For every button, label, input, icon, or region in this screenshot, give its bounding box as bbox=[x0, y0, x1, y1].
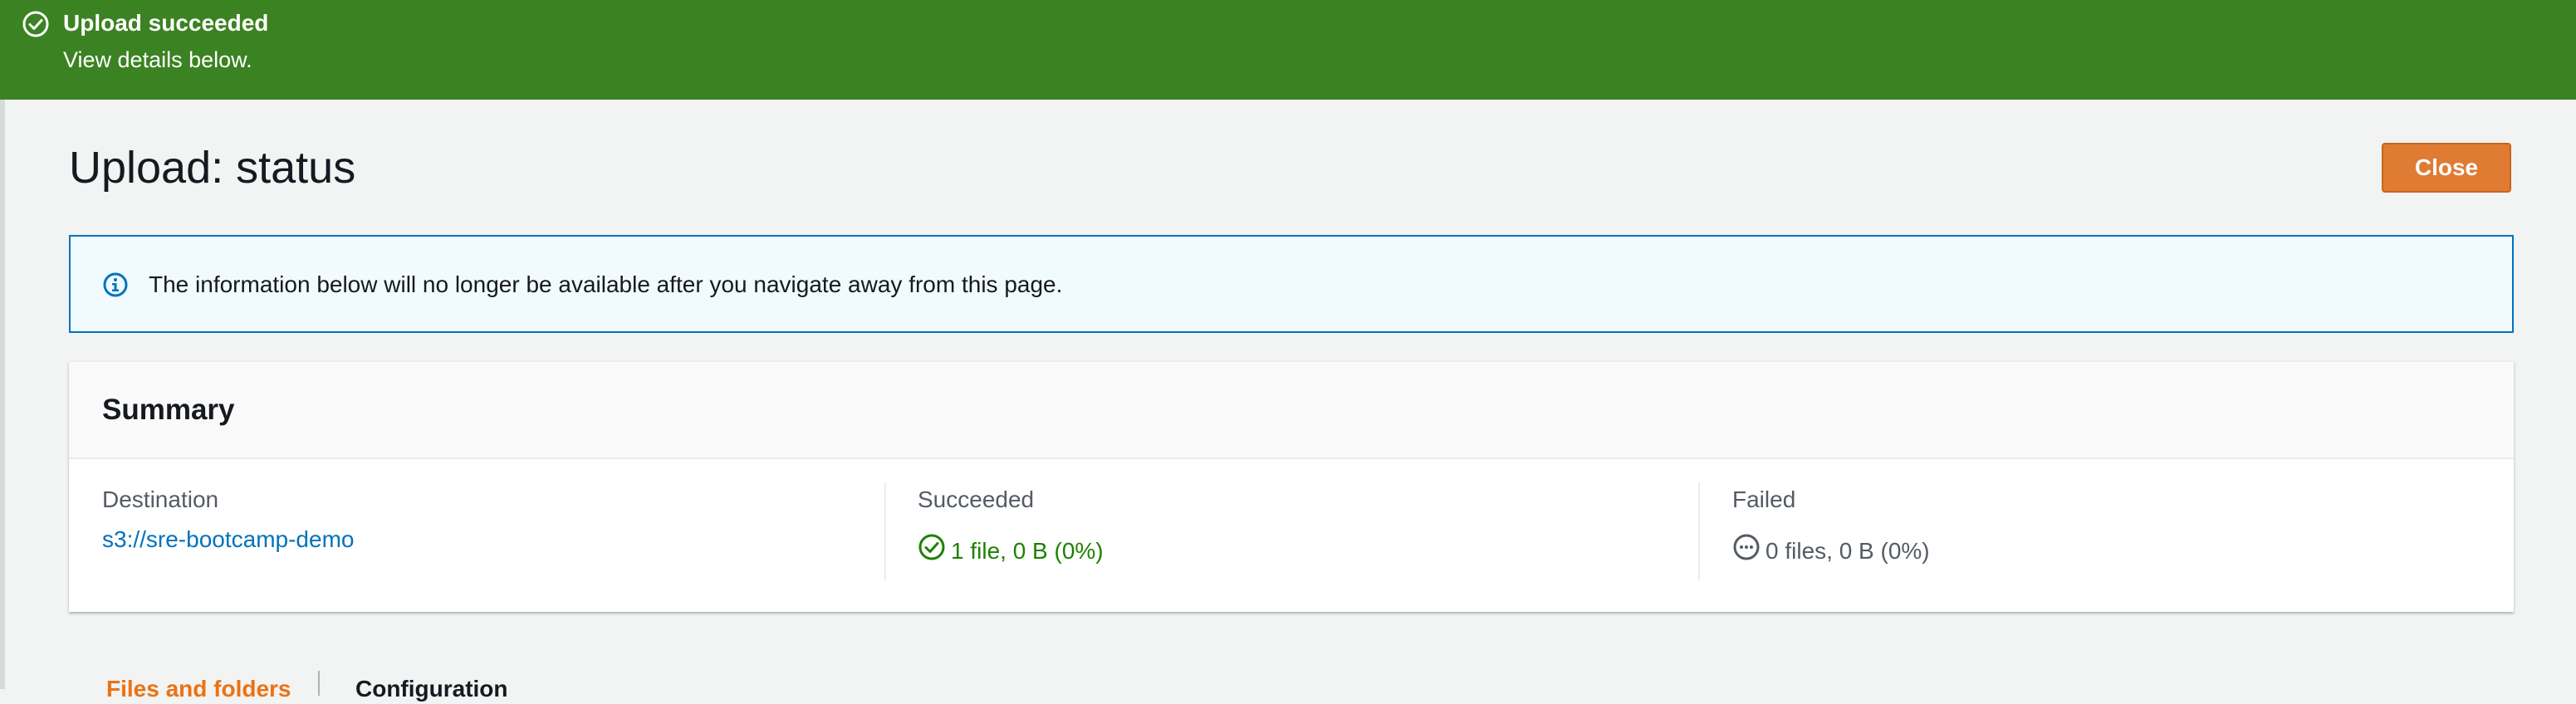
succeeded-column: Succeeded 1 file, 0 B (0%) bbox=[918, 485, 1665, 584]
failed-column: Failed 0 files, 0 B (0%) bbox=[1732, 485, 2480, 584]
check-circle-icon bbox=[918, 533, 951, 569]
flash-subtitle: View details below. bbox=[63, 47, 252, 72]
column-divider bbox=[1698, 482, 1700, 580]
flash-title: Upload succeeded bbox=[63, 10, 269, 36]
destination-link[interactable]: s3://sre-bootcamp-demo bbox=[102, 525, 354, 555]
failed-label: Failed bbox=[1732, 486, 1796, 512]
succeeded-value: 1 file, 0 B (0%) bbox=[951, 537, 1104, 564]
summary-panel: Summary Destination s3://sre-bootcamp-de… bbox=[69, 361, 2514, 612]
column-divider bbox=[884, 482, 886, 580]
tab-divider bbox=[318, 671, 320, 696]
summary-title: Summary bbox=[102, 394, 235, 426]
info-alert: The information below will no longer be … bbox=[69, 235, 2514, 333]
destination-column: Destination s3://sre-bootcamp-demo bbox=[102, 485, 850, 584]
flash-banner: Upload succeeded View details below. bbox=[0, 0, 2576, 100]
close-button[interactable]: Close bbox=[2382, 143, 2511, 193]
ellipsis-circle-icon bbox=[1732, 533, 1765, 569]
page-edge bbox=[0, 100, 5, 689]
succeeded-label: Succeeded bbox=[918, 486, 1035, 512]
tab-configuration[interactable]: Configuration bbox=[355, 674, 508, 704]
destination-label: Destination bbox=[102, 486, 219, 512]
info-alert-text: The information below will no longer be … bbox=[149, 271, 1063, 297]
summary-header: Summary bbox=[69, 362, 2514, 459]
failed-value: 0 files, 0 B (0%) bbox=[1765, 537, 1930, 564]
tab-bar: Files and folders Configuration bbox=[69, 664, 2514, 702]
check-circle-icon bbox=[22, 10, 50, 38]
page-title: Upload: status bbox=[69, 143, 356, 193]
tab-files-and-folders[interactable]: Files and folders bbox=[106, 674, 291, 704]
failed-status: 0 files, 0 B (0%) bbox=[1732, 533, 1930, 569]
info-icon bbox=[102, 271, 129, 298]
succeeded-status: 1 file, 0 B (0%) bbox=[918, 533, 1104, 569]
